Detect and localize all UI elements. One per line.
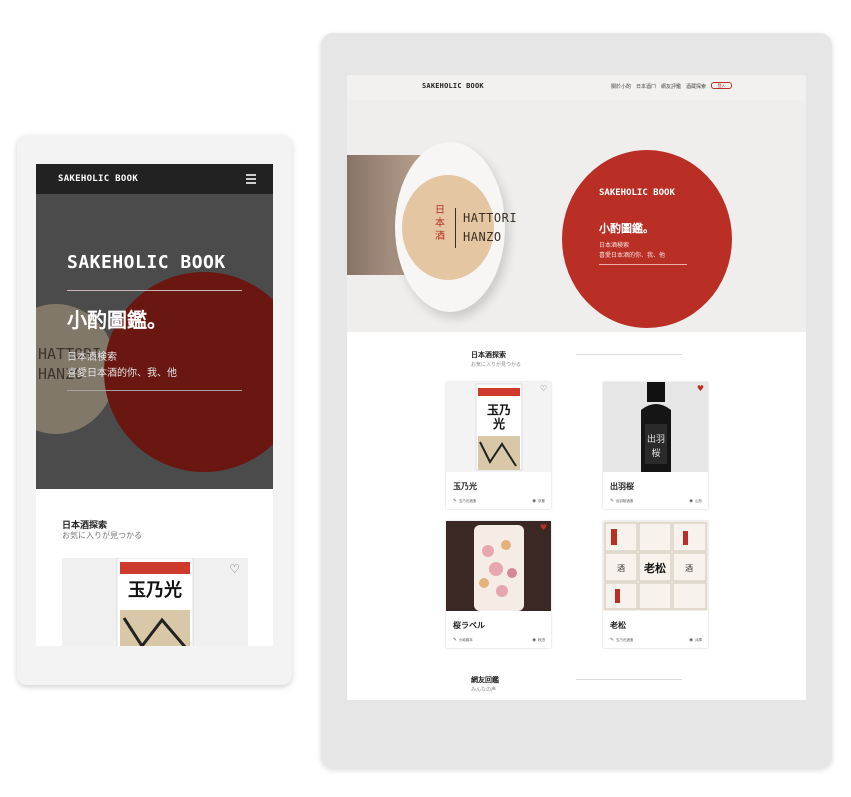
hero-title: SAKEHOLIC BOOK (599, 188, 675, 198)
hero-desc-line1: 日本酒検索 (67, 352, 117, 363)
mobile-hero: HATTORI HANZO (36, 194, 273, 489)
edit-icon: ✎ (610, 499, 614, 504)
hero-desc-line2: 喜愛日本酒的你、我、他 (67, 368, 177, 379)
edit-icon: ✎ (453, 499, 457, 504)
edit-icon: ✎ (453, 638, 457, 643)
divider (67, 390, 242, 391)
svg-text:酒: 酒 (685, 564, 693, 573)
mobile-screen: SAKEHOLIC BOOK HATTORI HANZO SAKEHOLIC BO… (36, 164, 273, 646)
divider (599, 264, 687, 265)
tablet-screen: SAKEHOLIC BOOK 關於小酌 日本酒ㄇ 網友評鑑 酒蔵探索 登入 日本… (347, 75, 806, 700)
section-subtitle: お気に入りが見つかる (62, 531, 142, 540)
tablet-mockup: SAKEHOLIC BOOK 關於小酌 日本酒ㄇ 網友評鑑 酒蔵探索 登入 日本… (321, 33, 832, 768)
card-image: 老松 酒 酒 (603, 521, 708, 611)
card-image (446, 521, 551, 611)
section-subtitle: お気に入りが見つかる (471, 362, 522, 368)
svg-text:老松: 老松 (643, 561, 666, 575)
card-name: 出羽桜 (610, 482, 634, 491)
card-brewery: ✎ 小嶋總本 (453, 638, 473, 643)
divider (67, 290, 242, 291)
cork-jp-text: 日本酒 (435, 205, 445, 242)
hero-subtitle: 小酌圖鑑。 (67, 308, 167, 332)
tablet-logo[interactable]: SAKEHOLIC BOOK (422, 82, 484, 90)
section-divider (576, 679, 682, 680)
nav-link-reviews[interactable]: 網友評鑑 (661, 83, 681, 90)
card-region: ◉ 山形 (689, 499, 702, 504)
cork-en-text: HATTORI HANZO (463, 211, 518, 244)
card-region: ◉ 兵庫 (689, 638, 702, 643)
card-image: 出羽 桜 (603, 382, 708, 472)
sake-card[interactable]: 玉乃 光 ♡ 玉乃光 ✎ 玉乃光酒造 ◉ 京都 (446, 382, 551, 509)
tablet-hero: 日本酒 HATTORI HANZO SAKEHOLIC BOOK 小酌圖鑑。 日本… (347, 100, 806, 332)
card-brewery: ✎ 出羽桜酒造 (610, 499, 634, 504)
section-title: 日本酒探索 (471, 351, 506, 359)
card-name: 玉乃光 (453, 482, 477, 491)
heart-outline-icon[interactable]: ♡ (229, 562, 240, 576)
card-region: ◉ 秋田 (532, 638, 545, 643)
heart-filled-icon[interactable]: ♥ (697, 384, 704, 393)
mobile-header: SAKEHOLIC BOOK (36, 164, 273, 194)
card-brewery: ✎ 玉乃光酒造 (453, 499, 477, 504)
section-title: 網友回鑑 (471, 676, 499, 684)
login-button[interactable]: 登入 (711, 82, 732, 89)
location-icon: ◉ (532, 638, 536, 643)
location-icon: ◉ (689, 638, 693, 643)
heart-outline-icon[interactable]: ♡ (540, 384, 547, 393)
sake-card[interactable]: 出羽 桜 ♥ 出羽桜 ✎ 出羽桜酒造 ◉ 山形 (603, 382, 708, 509)
tablet-nav: SAKEHOLIC BOOK 關於小酌 日本酒ㄇ 網友評鑑 酒蔵探索 登入 (347, 75, 806, 100)
section-subtitle: みんなの声 (471, 687, 497, 693)
svg-text:光: 光 (492, 416, 505, 431)
hero-desc-line2: 喜愛日本酒的你、我、他 (599, 252, 666, 259)
red-circle (562, 150, 732, 328)
location-icon: ◉ (532, 499, 536, 504)
mobile-mockup: SAKEHOLIC BOOK HATTORI HANZO SAKEHOLIC BO… (17, 135, 292, 685)
heart-filled-icon[interactable]: ♥ (540, 523, 547, 532)
hamburger-icon[interactable] (246, 174, 256, 184)
card-name: 老松 (610, 621, 626, 630)
svg-text:桜: 桜 (651, 447, 660, 459)
mobile-logo[interactable]: SAKEHOLIC BOOK (58, 174, 138, 184)
card-image: 玉乃 光 (446, 382, 551, 472)
card-name: 桜ラベル (453, 621, 485, 630)
location-icon: ◉ (689, 499, 693, 504)
section-divider (576, 354, 682, 355)
hero-subtitle: 小酌圖鑑。 (599, 222, 654, 235)
sake-card[interactable]: ♥ 桜ラベル ✎ 小嶋總本 ◉ 秋田 (446, 521, 551, 648)
sake-card[interactable]: 玉乃光 ♡ (62, 558, 248, 646)
nav-links: 關於小酌 日本酒ㄇ 網友評鑑 酒蔵探索 (611, 83, 706, 90)
nav-link-sake[interactable]: 日本酒ㄇ (636, 83, 656, 90)
nav-link-breweries[interactable]: 酒蔵探索 (686, 83, 706, 90)
hero-title: SAKEHOLIC BOOK (67, 252, 226, 273)
card-region: ◉ 京都 (532, 499, 545, 504)
nav-link-about[interactable]: 關於小酌 (611, 83, 631, 90)
sake-can-image: 玉乃光 (116, 558, 194, 646)
card-brewery: ✎ 玉乃光酒造 (610, 638, 634, 643)
svg-text:玉乃: 玉乃 (487, 403, 511, 417)
svg-text:酒: 酒 (617, 564, 625, 573)
divider (455, 208, 456, 248)
edit-icon: ✎ (610, 638, 614, 643)
svg-text:出羽: 出羽 (647, 433, 665, 445)
hero-desc-line1: 日本酒検索 (599, 242, 630, 249)
svg-text:玉乃光: 玉乃光 (128, 579, 182, 601)
sake-card[interactable]: 老松 酒 酒 老松 ✎ 玉乃光酒造 ◉ 兵庫 (603, 521, 708, 648)
